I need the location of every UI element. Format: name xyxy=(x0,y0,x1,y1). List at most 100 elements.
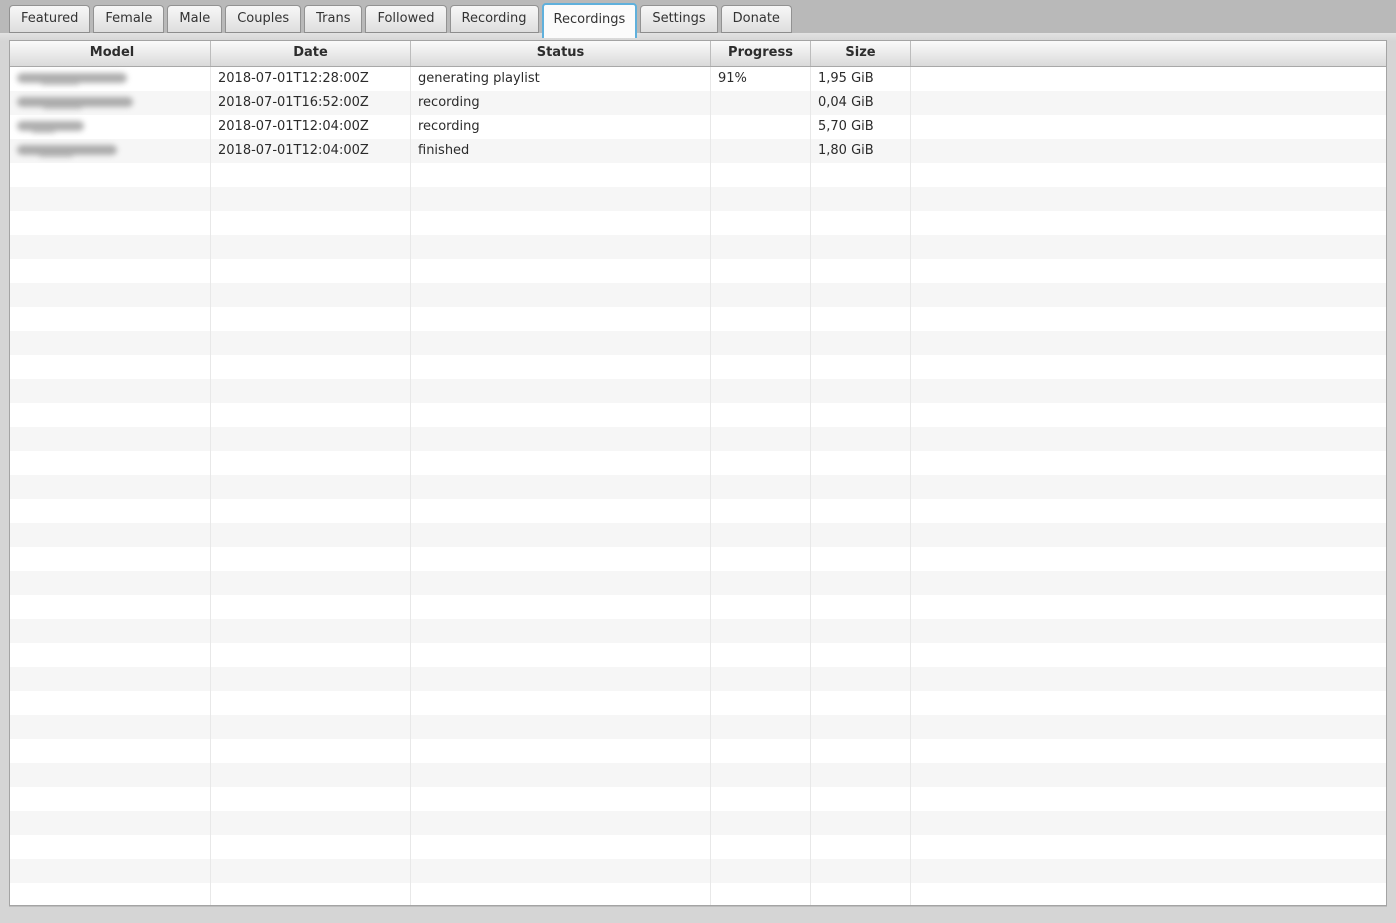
empty-cell xyxy=(911,763,1386,787)
empty-row xyxy=(10,739,1386,763)
empty-cell xyxy=(711,427,811,451)
empty-cell xyxy=(911,475,1386,499)
empty-cell xyxy=(911,307,1386,331)
empty-cell xyxy=(811,691,911,715)
empty-cell xyxy=(10,643,211,667)
empty-cell xyxy=(811,763,911,787)
empty-cell xyxy=(10,475,211,499)
empty-cell xyxy=(811,883,911,905)
empty-cell xyxy=(10,859,211,883)
empty-cell xyxy=(911,523,1386,547)
empty-row xyxy=(10,475,1386,499)
empty-cell xyxy=(711,859,811,883)
tab-followed[interactable]: Followed xyxy=(365,5,447,33)
tab-recording[interactable]: Recording xyxy=(449,5,539,33)
table-row[interactable]: 2018-07-01T12:28:00Z generating playlist 9… xyxy=(10,67,1386,91)
empty-row xyxy=(10,595,1386,619)
column-header-model[interactable]: Model xyxy=(10,41,211,66)
empty-row xyxy=(10,499,1386,523)
empty-cell xyxy=(811,355,911,379)
empty-cell xyxy=(411,883,711,905)
column-header-size[interactable]: Size xyxy=(811,41,911,66)
empty-cell xyxy=(10,163,211,187)
table-row[interactable]: 2018-07-01T16:52:00Z recording 0,04 GiB xyxy=(10,91,1386,115)
table-row[interactable]: 2018-07-01T12:04:00Z recording 5,70 GiB xyxy=(10,115,1386,139)
tab-bar: Featured Female Male Couples Trans Followed Re… xyxy=(0,0,1396,38)
empty-cell xyxy=(811,235,911,259)
empty-cell xyxy=(411,475,711,499)
empty-cell xyxy=(711,187,811,211)
column-header-date[interactable]: Date xyxy=(211,41,411,66)
empty-cell xyxy=(211,571,411,595)
empty-cell xyxy=(711,691,811,715)
empty-row xyxy=(10,187,1386,211)
empty-cell xyxy=(411,499,711,523)
tab-label: Featured xyxy=(21,11,79,26)
empty-cell xyxy=(911,811,1386,835)
tab-donate[interactable]: Donate xyxy=(720,5,792,33)
cell-date: 2018-07-01T12:04:00Z xyxy=(211,115,411,139)
tab-couples[interactable]: Couples xyxy=(225,5,302,33)
tab-male[interactable]: Male xyxy=(167,5,223,33)
empty-cell xyxy=(811,307,911,331)
empty-cell xyxy=(211,643,411,667)
tab-label: Settings xyxy=(652,11,706,26)
empty-cell xyxy=(10,283,211,307)
empty-cell xyxy=(10,595,211,619)
empty-cell xyxy=(10,571,211,595)
empty-cell xyxy=(811,187,911,211)
tab-featured[interactable]: Featured xyxy=(9,5,91,33)
empty-cell xyxy=(911,883,1386,905)
empty-cell xyxy=(811,835,911,859)
empty-cell xyxy=(411,331,711,355)
empty-cell xyxy=(711,547,811,571)
redacted-model-name xyxy=(17,121,84,133)
cell-model xyxy=(10,115,211,139)
empty-row xyxy=(10,331,1386,355)
cell-model xyxy=(10,139,211,163)
empty-row xyxy=(10,835,1386,859)
empty-cell xyxy=(10,715,211,739)
table-row[interactable]: 2018-07-01T12:04:00Z finished 1,80 GiB xyxy=(10,139,1386,163)
tab-label: Trans xyxy=(316,11,351,26)
empty-cell xyxy=(211,595,411,619)
column-header-status[interactable]: Status xyxy=(411,41,711,66)
empty-row xyxy=(10,283,1386,307)
empty-cell xyxy=(711,211,811,235)
cell-spacer xyxy=(911,139,1386,163)
tab-trans[interactable]: Trans xyxy=(304,5,363,33)
empty-cell xyxy=(10,355,211,379)
empty-cell xyxy=(711,619,811,643)
empty-cell xyxy=(211,859,411,883)
empty-cell xyxy=(911,859,1386,883)
empty-cell xyxy=(911,619,1386,643)
empty-cell xyxy=(911,259,1386,283)
empty-cell xyxy=(211,187,411,211)
column-header-progress[interactable]: Progress xyxy=(711,41,811,66)
empty-cell xyxy=(10,883,211,905)
tab-female[interactable]: Female xyxy=(93,5,165,33)
redacted-model-name xyxy=(17,145,117,157)
empty-cell xyxy=(711,163,811,187)
empty-cell xyxy=(10,307,211,331)
empty-cell xyxy=(911,691,1386,715)
empty-cell xyxy=(911,835,1386,859)
empty-cell xyxy=(711,283,811,307)
empty-cell xyxy=(811,427,911,451)
empty-cell xyxy=(711,595,811,619)
empty-cell xyxy=(711,475,811,499)
cell-date: 2018-07-01T12:28:00Z xyxy=(211,67,411,91)
empty-cell xyxy=(211,547,411,571)
cell-progress xyxy=(711,115,811,139)
tab-recordings[interactable]: Recordings xyxy=(541,3,638,38)
empty-cell xyxy=(10,835,211,859)
empty-cell xyxy=(411,667,711,691)
cell-size: 1,80 GiB xyxy=(811,139,911,163)
cell-status: recording xyxy=(411,91,711,115)
cell-size: 1,95 GiB xyxy=(811,67,911,91)
tab-settings[interactable]: Settings xyxy=(640,5,718,33)
empty-cell xyxy=(711,763,811,787)
empty-cell xyxy=(10,691,211,715)
empty-cell xyxy=(411,643,711,667)
empty-cell xyxy=(711,835,811,859)
